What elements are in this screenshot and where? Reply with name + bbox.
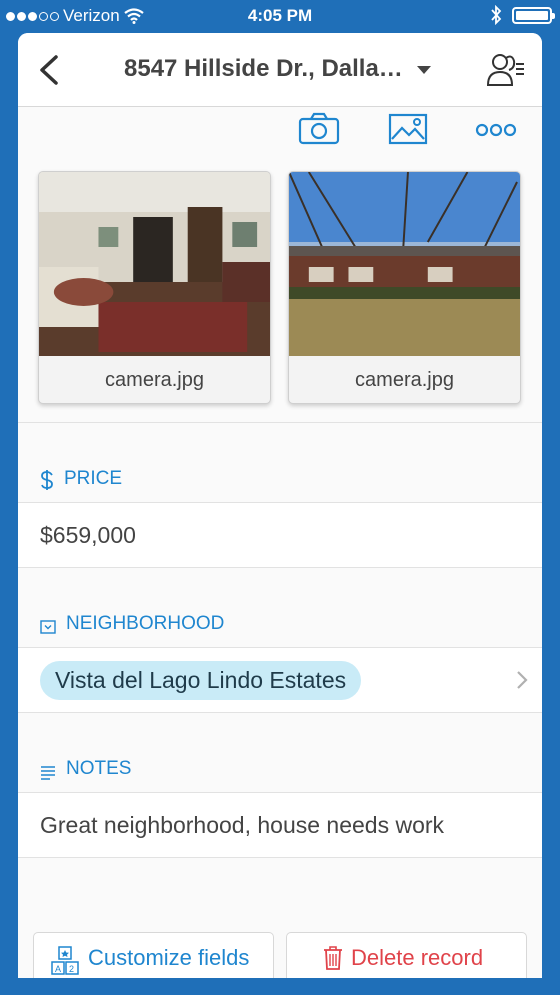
- chevron-down-icon: [416, 66, 431, 74]
- price-field[interactable]: $659,000: [18, 503, 542, 568]
- customize-icon: A 2: [51, 946, 79, 975]
- customize-fields-button[interactable]: A 2 Customize fields: [33, 932, 274, 978]
- collaborators-icon[interactable]: [486, 51, 526, 89]
- record-title-dropdown[interactable]: 8547 Hillside Dr., Dalla…: [124, 55, 431, 83]
- svg-text:2: 2: [69, 964, 74, 974]
- status-right: [490, 5, 555, 25]
- neighborhood-label-text: NEIGHBORHOOD: [66, 613, 225, 634]
- neighborhood-label: NEIGHBORHOOD: [18, 568, 542, 648]
- attachment-thumbnail[interactable]: camera.jpg: [288, 171, 521, 404]
- living-room-photo: [39, 172, 270, 356]
- image-icon[interactable]: [386, 111, 430, 147]
- battery-icon: [512, 6, 555, 24]
- notes-icon: [41, 766, 55, 780]
- notes-value: Great neighborhood, house needs work: [40, 811, 445, 838]
- neighborhood-tag: Vista del Lago Lindo Estates: [40, 660, 362, 700]
- dropdown-icon: [40, 620, 56, 634]
- attachment-caption: camera.jpg: [355, 369, 454, 391]
- delete-record-label: Delete record: [351, 945, 484, 970]
- notes-label-text: NOTES: [66, 758, 132, 779]
- price-label-text: PRICE: [64, 468, 123, 489]
- header: 8547 Hillside Dr., Dalla…: [18, 33, 542, 107]
- neighborhood-field[interactable]: Vista del Lago Lindo Estates: [18, 648, 542, 713]
- notes-field[interactable]: Great neighborhood, house needs work: [18, 793, 542, 858]
- attachment-toolbar: [18, 107, 542, 165]
- customize-fields-label: Customize fields: [88, 945, 250, 970]
- svg-text:A: A: [55, 964, 61, 974]
- footer-actions: A 2 Customize fields Delete record: [18, 932, 542, 978]
- bluetooth-icon: [491, 5, 502, 25]
- page-title: 8547 Hillside Dr., Dalla…: [124, 55, 403, 82]
- price-label: PRICE: [18, 423, 542, 503]
- back-button[interactable]: [34, 53, 64, 87]
- status-time: 4:05 PM: [247, 6, 313, 25]
- status-bar: Verizon 4:05 PM: [0, 0, 560, 32]
- attachment-caption: camera.jpg: [105, 369, 204, 391]
- attachment-thumbnail[interactable]: camera.jpg: [38, 171, 271, 404]
- trash-icon: [324, 946, 342, 970]
- attachments-section: camera.jpg camera.jpg: [18, 165, 542, 423]
- notes-label: NOTES: [18, 713, 542, 793]
- more-icon[interactable]: [474, 111, 518, 147]
- camera-icon[interactable]: [297, 111, 341, 147]
- chevron-right-icon: [517, 671, 528, 689]
- dollar-icon: [41, 470, 53, 490]
- house-exterior-photo: [289, 172, 520, 356]
- record-card: 8547 Hillside Dr., Dalla… camera.jpg cam…: [18, 33, 542, 978]
- price-value: $659,000: [40, 521, 136, 548]
- delete-record-button[interactable]: Delete record: [286, 932, 527, 978]
